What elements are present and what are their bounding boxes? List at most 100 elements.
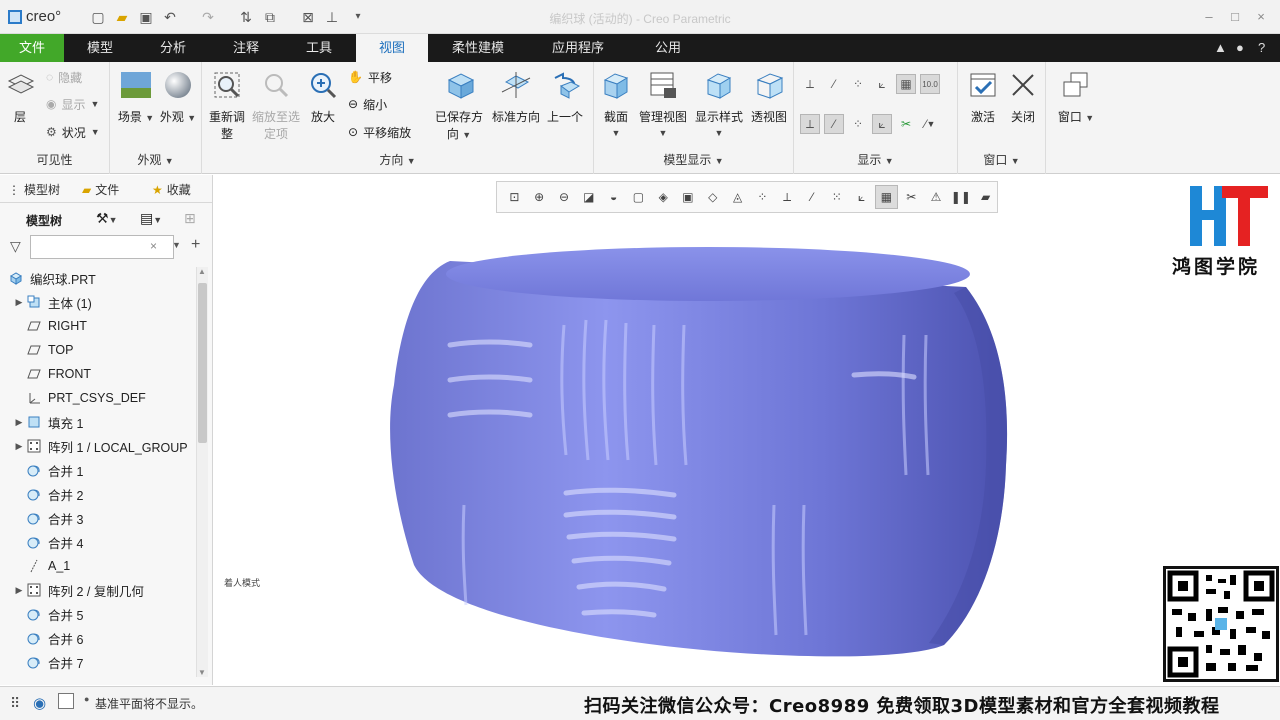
model-3d-view[interactable] [214, 175, 1280, 685]
tree-item[interactable]: ▶ 阵列 2 / 复制几何 [0, 579, 196, 601]
scene-button[interactable]: 场景 ▼ [112, 68, 160, 125]
tree-item-label: 合并 7 [48, 656, 84, 671]
tree-filter-icon[interactable]: ⊞ [184, 210, 196, 227]
pan-zoom-button[interactable]: ⊙ 平移缩放 [348, 123, 411, 141]
status-grid-icon[interactable]: ⠿ [10, 695, 20, 712]
layer-icon [3, 68, 37, 102]
hide-button[interactable]: ◌ 隐藏 [46, 68, 82, 86]
section-button[interactable]: 截面 ▼ [594, 68, 638, 139]
tree-item[interactable]: 编织球.PRT [0, 267, 196, 289]
zoom-in-button[interactable]: 放大 [298, 68, 348, 125]
tab-flexible-modeling[interactable]: 柔性建模 [440, 34, 516, 62]
add-filter-icon[interactable]: + [191, 236, 200, 254]
refit-button[interactable]: 重新调整 [202, 68, 252, 142]
point-tag-display-icon[interactable]: ⁘ [848, 114, 868, 134]
manage-views-button[interactable]: 管理视图 ▼ [634, 68, 692, 139]
fill-icon [26, 415, 42, 429]
scroll-down-icon[interactable]: ▼ [198, 668, 206, 677]
scroll-up-icon[interactable]: ▲ [198, 267, 206, 276]
view-mode-note: 着人模式 [224, 578, 261, 588]
perspective-button[interactable]: 透视图 [746, 68, 792, 125]
fullscreen-icon[interactable] [58, 693, 74, 709]
status-button[interactable]: ⚙ 状况 ▼ [46, 123, 100, 141]
tab-applications[interactable]: 应用程序 [538, 34, 618, 62]
windows-button[interactable]: 窗口 ▼ [1048, 68, 1104, 125]
csys-tag-display-icon[interactable]: ⟀ [872, 114, 892, 134]
layer-button[interactable]: 层 [0, 68, 44, 125]
spin-center-icon[interactable]: ✂ [896, 114, 916, 134]
maximize-button[interactable]: □ [1226, 8, 1244, 26]
tree-item[interactable]: TOP [0, 339, 196, 361]
tree-scrollbar[interactable]: ▲ ▼ [196, 267, 208, 677]
tab-annotate[interactable]: 注释 [216, 34, 276, 62]
tree-item-label: 合并 6 [48, 632, 84, 647]
merge-icon [26, 655, 42, 669]
tree-settings-icon[interactable]: ⚒▼ [96, 210, 117, 227]
close-view-button[interactable]: 关闭 [1000, 68, 1046, 125]
saved-orientations-button[interactable]: 已保存方向 ▼ [432, 68, 486, 142]
help-icon[interactable]: ? [1258, 40, 1265, 55]
collapse-ribbon-icon[interactable]: ▲ [1214, 40, 1227, 55]
clear-search-icon[interactable]: × [150, 239, 157, 253]
tab-model[interactable]: 模型 [70, 34, 130, 62]
tab-favorites[interactable]: ★ 收藏 [152, 181, 191, 198]
tree-item[interactable]: 合并 1 [0, 459, 196, 481]
show-button[interactable]: ◉ 显示 ▼ [46, 95, 99, 113]
expand-arrow-icon[interactable]: ▶ [12, 441, 26, 452]
axis-tag-display-icon[interactable]: ⁄ [824, 114, 844, 134]
pan-button[interactable]: ✋ 平移 [348, 68, 392, 86]
tree-item[interactable]: PRT_CSYS_DEF [0, 387, 196, 409]
group-show: ⟂ ⁄ ⁘ ⟀ ▦ 10.0 ⟂ ⁄ ⁘ ⟀ ✂ ⁄ ▼ 显示 ▼ [794, 62, 958, 174]
zoom-out-button[interactable]: ⊖ 缩小 [348, 95, 387, 113]
standard-orientation-button[interactable]: 标准方向 [488, 68, 544, 125]
search-options-icon[interactable]: ▼ [172, 240, 181, 250]
tab-common[interactable]: 公用 [638, 34, 698, 62]
zoom-to-selected-button[interactable]: 缩放至选 定项 [250, 68, 302, 142]
appearance-button[interactable]: 外观 ▼ [154, 68, 202, 125]
browser-icon[interactable]: ◉ [33, 694, 46, 712]
axis-display-icon[interactable]: ⁄ [824, 74, 844, 94]
user-icon[interactable]: ● [1236, 40, 1244, 55]
tree-item[interactable]: ▶ 主体 (1) [0, 291, 196, 313]
minimize-button[interactable]: – [1200, 8, 1218, 26]
tree-item[interactable]: 合并 6 [0, 627, 196, 649]
annotation-display-icon[interactable]: ▦ [896, 74, 916, 94]
csys-display-icon[interactable]: ⟀ [872, 74, 892, 94]
tree-item[interactable]: RIGHT [0, 315, 196, 337]
tree-item[interactable]: 合并 4 [0, 531, 196, 553]
tree-item[interactable]: 合并 7 [0, 651, 196, 673]
plane-display-icon[interactable]: ⟂ [800, 74, 820, 94]
tab-analysis[interactable]: 分析 [142, 34, 204, 62]
scroll-thumb[interactable] [198, 283, 207, 443]
point-display-icon[interactable]: ⁘ [848, 74, 868, 94]
tree-item[interactable]: A_1 [0, 555, 196, 577]
tab-file[interactable]: 文件 [0, 34, 64, 62]
graphics-window[interactable]: ⊡ ⊕ ⊖ ◪ ◒ ▢ ◈ ▣ ◇ ◬ ⁘ ⟂ ⁄ ⁙ ⟀ ▦ ✂ ⚠ ❚❚ ▰ [214, 175, 1280, 685]
plane-tag-display-icon[interactable]: ⟂ [800, 114, 820, 134]
status-bar: ⠿ ◉ ● 基准平面将不显示。 扫码关注微信公众号：Creo8989 免费领取3… [0, 686, 1280, 720]
tree-item[interactable]: ▶ 填充 1 [0, 411, 196, 433]
display-style-button[interactable]: 显示样式 ▼ [692, 68, 746, 139]
model-tree-panel: ⋮ 模型树 ▰ 文件 ★ 收藏 模型树 ⚒▼ ▤▼ ⊞ ▽ × ▼ + 编织球.PRT… [0, 175, 213, 685]
filter-icon[interactable]: ▽ [10, 238, 21, 255]
tree-item[interactable]: 合并 2 [0, 483, 196, 505]
expand-arrow-icon[interactable]: ▶ [12, 297, 26, 308]
expand-arrow-icon[interactable]: ▶ [12, 417, 26, 428]
datum-plane-icon [26, 343, 42, 357]
close-button[interactable]: × [1252, 8, 1270, 26]
more-display-icon[interactable]: ⁄ ▼ [920, 114, 940, 134]
tab-view[interactable]: 视图 [356, 34, 428, 62]
dimension-display-icon[interactable]: 10.0 [920, 74, 940, 94]
tab-folder-browser[interactable]: ▰ 文件 [82, 181, 119, 198]
previous-view-button[interactable]: 上一个 [540, 68, 590, 125]
tree-item[interactable]: FRONT [0, 363, 196, 385]
expand-arrow-icon[interactable]: ▶ [12, 585, 26, 596]
tree-item[interactable]: ▶ 阵列 1 / LOCAL_GROUP [0, 435, 196, 457]
tree-show-icon[interactable]: ▤▼ [140, 210, 162, 227]
tree-item[interactable]: 合并 5 [0, 603, 196, 625]
tree-item-label: 合并 1 [48, 464, 84, 479]
tab-model-tree[interactable]: ⋮ 模型树 [8, 181, 60, 198]
csys-icon [26, 391, 42, 405]
tab-tools[interactable]: 工具 [289, 34, 349, 62]
tree-item[interactable]: 合并 3 [0, 507, 196, 529]
